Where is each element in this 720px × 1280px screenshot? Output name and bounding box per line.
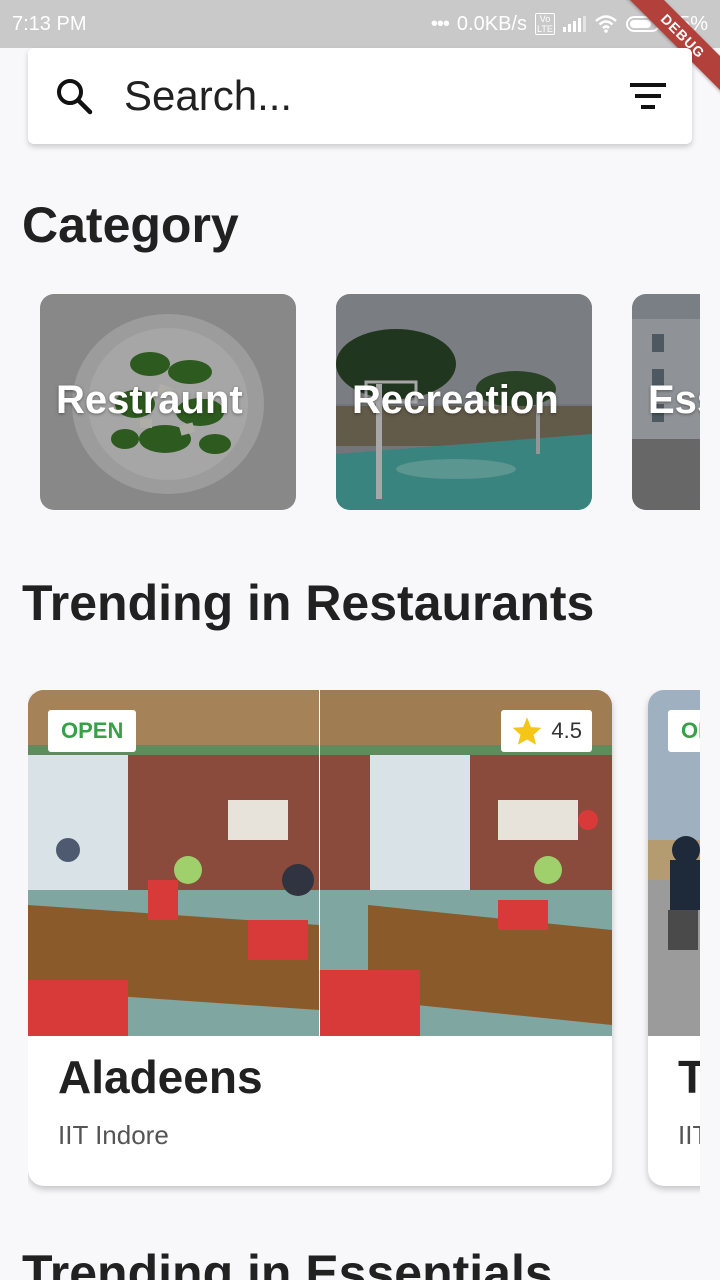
search-input[interactable]: Search... [124, 72, 630, 120]
trending-restaurants-title: Trending in Restaurants [22, 575, 595, 631]
restaurant-name: T [678, 1051, 700, 1103]
open-status-badge: OI [668, 710, 700, 752]
trending-restaurants-list: OPEN 4.5 Aladeens IIT Indore OI T IIT [28, 690, 700, 1200]
search-icon[interactable] [54, 76, 94, 116]
rating-badge: 4.5 [501, 710, 592, 752]
status-bar: 7:13 PM ••• 0.0KB/s Vo LTE 75% [0, 0, 720, 48]
category-list: Restraunt Recreation Es [40, 294, 700, 510]
restaurant-card-aladeens[interactable]: OPEN 4.5 Aladeens IIT Indore [28, 690, 612, 1186]
volte-icon: Vo LTE [534, 13, 555, 35]
network-speed: 0.0KB/s [456, 12, 527, 35]
category-card-restraunt[interactable]: Restraunt [40, 294, 296, 510]
category-label: Ess [648, 378, 700, 422]
filter-icon[interactable] [630, 83, 666, 109]
category-label: Recreation [352, 378, 559, 422]
signal-icon [562, 16, 586, 32]
notification-dots-icon: ••• [430, 12, 450, 35]
category-card-essentials[interactable]: Ess [632, 294, 700, 510]
category-card-recreation[interactable]: Recreation [336, 294, 592, 510]
star-icon [513, 717, 542, 745]
wifi-icon [595, 15, 617, 33]
rating-value: 4.5 [551, 718, 582, 743]
category-title: Category [22, 197, 239, 253]
restaurant-location: IIT Indore [58, 1120, 169, 1150]
screen: 7:13 PM ••• 0.0KB/s Vo LTE 75% DEBUG Sea… [0, 0, 720, 1280]
category-label: Restraunt [56, 378, 243, 422]
restaurant-location: IIT [678, 1120, 700, 1150]
trending-essentials-title: Trending in Essentials [22, 1245, 553, 1280]
status-time: 7:13 PM [12, 12, 87, 35]
search-bar[interactable]: Search... [28, 48, 692, 144]
restaurant-name: Aladeens [58, 1051, 263, 1103]
open-status-badge: OPEN [48, 710, 137, 752]
restaurant-card-second[interactable]: OI T IIT [648, 690, 700, 1186]
